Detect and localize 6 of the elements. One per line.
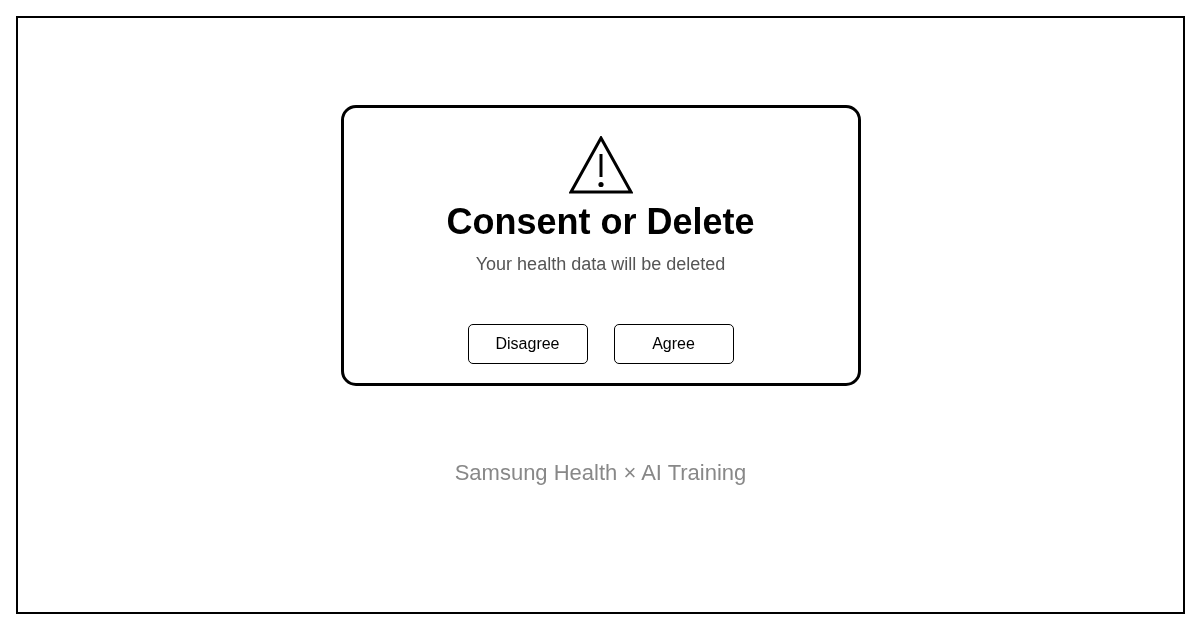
caption-text: Samsung Health × AI Training (454, 462, 747, 484)
dialog-title: Consent or Delete (446, 204, 755, 240)
dialog-message: Your health data will be deleted (475, 255, 726, 273)
dialog-button[interactable]: Disagree (467, 324, 588, 364)
dialog-button[interactable]: Agree (613, 324, 734, 364)
warning-icon (568, 136, 633, 194)
